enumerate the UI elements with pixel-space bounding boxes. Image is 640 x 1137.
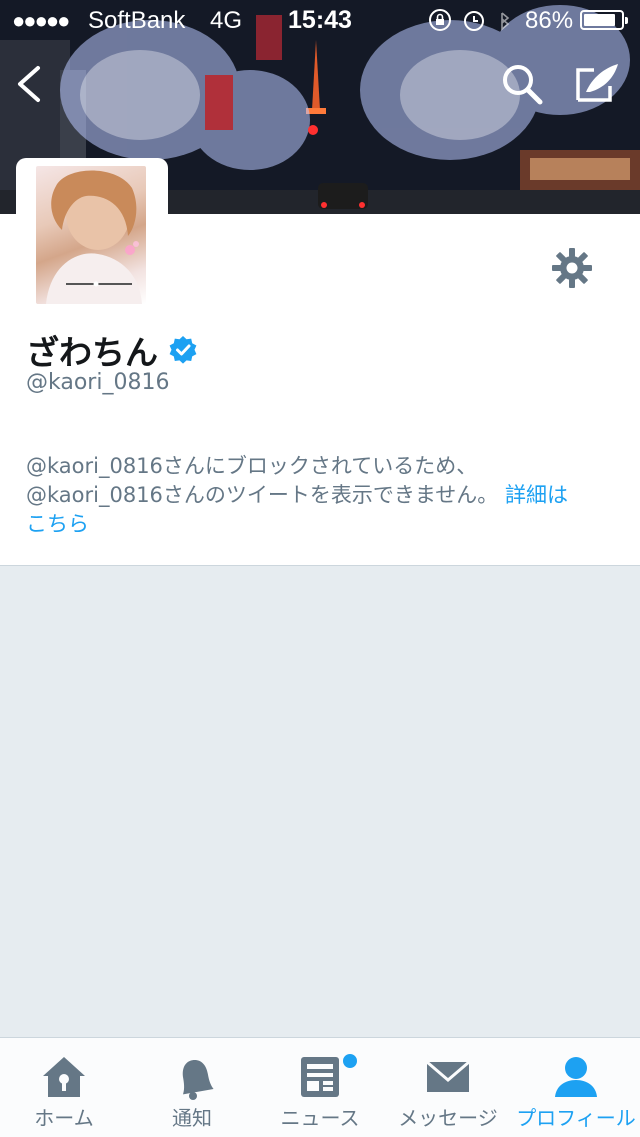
blocked-notice-line2-text: @kaori_0816さんのツイートを表示できません。 [26,483,499,507]
back-button[interactable] [10,60,50,108]
news-icon [301,1057,339,1097]
profile-handle: @kaori_0816 [26,370,170,395]
search-button[interactable] [498,60,546,108]
tab-news-label: ニュース [280,1106,360,1130]
blocked-notice: @kaori_0816さんにブロックされているため、 @kaori_0816さん… [0,426,640,566]
battery-icon [580,10,628,30]
home-icon [43,1057,85,1097]
avatar-image [36,166,146,304]
bell-icon [182,1060,214,1100]
search-icon [503,65,543,105]
tab-news[interactable]: ニュース [256,1038,384,1137]
blocked-notice-line3: こちら [26,510,616,539]
settings-button[interactable] [550,246,594,290]
compose-tweet-icon [576,64,618,102]
tab-profile-label: プロフィール [516,1106,636,1130]
bluetooth-icon [501,12,510,31]
learn-more-link-continued[interactable]: こちら [26,512,89,536]
profile-avatar[interactable] [16,158,168,310]
alarm-icon [464,11,484,31]
tab-messages-label: メッセージ [398,1106,498,1130]
envelope-icon [426,1060,470,1092]
blocked-notice-line1: @kaori_0816さんにブロックされているため、 [26,454,478,478]
person-icon [555,1057,597,1097]
tab-profile[interactable]: プロフィール [512,1038,640,1137]
blocked-notice-text: @kaori_0816さんにブロックされているため、 @kaori_0816さん… [26,452,616,539]
gear-icon [552,248,592,288]
status-icons [429,9,510,31]
rotation-lock-icon [429,9,451,31]
display-name: ざわちん [26,326,198,374]
display-name-text: ざわちん [26,333,158,372]
learn-more-link[interactable]: 詳細は [505,483,568,507]
tab-notifications[interactable]: 通知 [128,1038,256,1137]
compose-tweet-button[interactable] [572,60,622,108]
blocked-notice-line2: @kaori_0816さんのツイートを表示できません。 詳細は [26,481,616,510]
status-bar: ●●●●● SoftBank 4G 15:43 86% [0,0,640,40]
verified-badge-icon [169,336,197,364]
battery-percent: 86% [525,7,574,34]
tab-home[interactable]: ホーム [0,1038,128,1137]
tab-bar: ホーム 通知 ニュース メッセージ プロフィール [0,1037,640,1137]
tab-messages[interactable]: メッセージ [384,1038,512,1137]
tab-notifications-label: 通知 [172,1106,212,1130]
battery-level [584,14,615,26]
news-badge-dot [341,1052,359,1070]
chevron-left-icon [18,66,40,102]
